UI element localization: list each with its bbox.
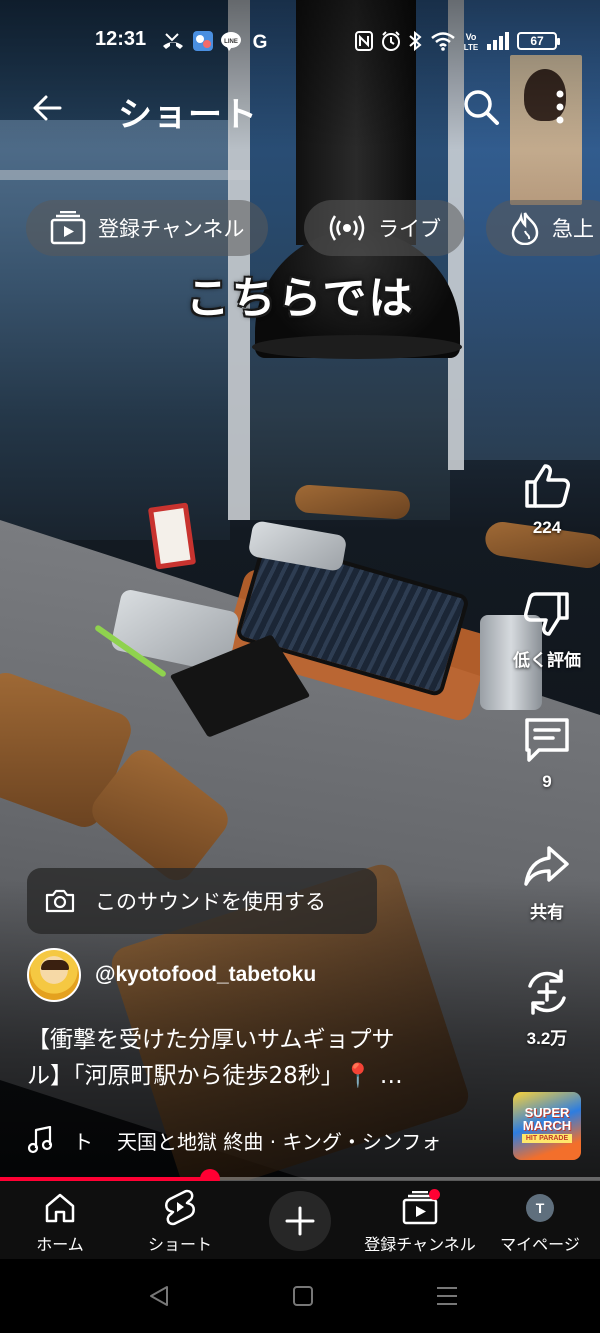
chip-trending[interactable]: 急上	[486, 200, 600, 256]
music-prefix: ト	[73, 1129, 93, 1154]
window-scene	[0, 120, 230, 540]
back-arrow-icon[interactable]	[28, 88, 68, 128]
app-icon	[193, 31, 213, 51]
window-frame	[0, 170, 250, 180]
chip-label: 急上	[552, 217, 594, 241]
page-title: ショート	[118, 95, 258, 135]
nav-home[interactable]: ホーム	[0, 1189, 120, 1255]
remix-button[interactable]: 3.2万	[505, 966, 589, 1049]
home-icon	[45, 1193, 75, 1223]
nav-label: ホーム	[36, 1235, 84, 1254]
bottom-navigation: ホーム ショート 登録チャンネル T マイページ	[0, 1181, 600, 1259]
google-icon: G	[253, 32, 268, 52]
chip-label: 登録チャンネル	[98, 217, 245, 241]
chip-subscriptions[interactable]: 登録チャンネル	[26, 200, 269, 256]
video-description[interactable]: 【衝撃を受けた分厚いサムギョプサ ル】「河原町駅から徒歩28秒」📍 …	[27, 1022, 477, 1094]
channel-row[interactable]: @kyotofood_tabetoku	[27, 948, 316, 1002]
exhaust-hood-rim	[252, 335, 462, 359]
live-icon	[329, 215, 365, 241]
channel-handle[interactable]: @kyotofood_tabetoku	[95, 963, 316, 987]
music-row[interactable]: ト 天国と地獄 終曲 · キング・シンフォ	[27, 1122, 497, 1158]
chip-label: ライブ	[378, 217, 441, 241]
share-icon	[524, 846, 569, 886]
share-button[interactable]: 共有	[505, 840, 589, 923]
use-sound-label: このサウンドを使用する	[95, 890, 326, 914]
dislike-button[interactable]: 低く評価	[505, 588, 589, 671]
menu-card	[147, 502, 197, 570]
thumbs-down-icon	[524, 592, 569, 636]
nav-mypage[interactable]: T マイページ	[480, 1189, 600, 1255]
system-back-icon[interactable]	[145, 1283, 175, 1309]
comment-button[interactable]: 9	[505, 714, 589, 792]
status-bar: 12:31 LINE G Vo LTE 67	[0, 22, 600, 62]
svg-text:LINE: LINE	[224, 39, 238, 45]
like-button[interactable]: 224	[505, 460, 589, 538]
notification-dot	[429, 1189, 440, 1200]
like-count: 224	[532, 518, 562, 537]
wifi-icon	[431, 32, 455, 51]
nfc-icon	[355, 31, 373, 51]
music-track-title: 天国と地獄 終曲 · キング・シンフォ	[117, 1129, 442, 1154]
user-avatar: T	[526, 1194, 554, 1222]
line-icon: LINE	[221, 32, 241, 51]
comment-icon	[525, 718, 569, 762]
status-time: 12:31	[95, 28, 147, 50]
use-sound-button[interactable]: このサウンドを使用する	[27, 868, 377, 934]
create-button[interactable]	[269, 1191, 331, 1251]
search-icon[interactable]	[460, 86, 502, 128]
more-vert-icon[interactable]	[546, 86, 574, 128]
system-navigation-bar	[0, 1259, 600, 1333]
remix-count: 3.2万	[526, 1029, 568, 1048]
top-app-bar: ショート	[0, 80, 600, 136]
subscriptions-icon	[50, 211, 86, 245]
description-line: 【衝撃を受けた分厚いサムギョプサ	[27, 1027, 395, 1053]
signal-icon	[487, 32, 509, 50]
filter-chips: 登録チャンネル ライブ 急上	[26, 200, 600, 258]
missed-call-icon	[163, 33, 183, 49]
system-recents-icon[interactable]	[432, 1283, 462, 1309]
share-label: 共有	[530, 903, 564, 922]
album-text: HIT PARADE	[522, 1134, 572, 1143]
nav-subscriptions[interactable]: 登録チャンネル	[360, 1189, 480, 1255]
camera-icon	[45, 889, 75, 913]
nav-label: 登録チャンネル	[364, 1235, 476, 1254]
battery-indicator: 67	[517, 32, 560, 50]
description-line: ル】「河原町駅から徒歩28秒」📍 …	[27, 1063, 403, 1089]
volte-icon: Vo LTE	[464, 32, 479, 52]
remix-icon	[528, 969, 566, 1015]
album-art-thumbnail[interactable]: SUPER MARCH HIT PARADE	[513, 1092, 581, 1160]
shorts-icon	[165, 1189, 195, 1226]
comment-count: 9	[542, 772, 552, 791]
dislike-label: 低く評価	[513, 651, 581, 670]
album-text: MARCH	[522, 1118, 572, 1133]
nav-label: マイページ	[500, 1235, 580, 1254]
music-note-icon	[27, 1126, 53, 1154]
trending-icon	[511, 212, 539, 245]
alarm-icon	[382, 31, 400, 51]
plus-icon	[285, 1206, 315, 1236]
nav-label: ショート	[147, 1235, 212, 1254]
svg-text:LTE: LTE	[464, 43, 479, 52]
svg-text:Vo: Vo	[466, 32, 477, 42]
svg-text:G: G	[253, 32, 268, 52]
thumbs-up-icon	[525, 464, 570, 508]
system-home-icon[interactable]	[288, 1283, 318, 1309]
channel-avatar[interactable]	[27, 948, 81, 1002]
video-caption-overlay: こちらでは	[185, 273, 415, 324]
chip-live[interactable]: ライブ	[304, 200, 465, 256]
bluetooth-icon	[409, 30, 422, 52]
nav-shorts[interactable]: ショート	[120, 1189, 240, 1255]
